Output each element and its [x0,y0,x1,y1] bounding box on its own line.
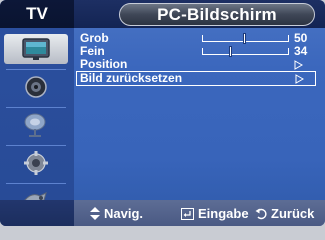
source-tab[interactable]: TV [0,0,74,28]
row-value: 34 [294,44,308,58]
sidebar-item-setup[interactable] [4,148,68,178]
hint-navigate: Navig. [90,206,143,221]
slider-thumb[interactable] [229,46,233,57]
up-down-arrows-icon [90,207,100,220]
header-bar: TV PC-Bildschirm [0,0,325,28]
sidebar-item-sound[interactable] [4,72,68,102]
return-icon [255,208,267,219]
arrow-right-icon [294,60,303,70]
sidebar-item-input[interactable] [4,186,68,206]
row-label: Position [80,57,128,71]
sidebar-divider [6,183,66,184]
sidebar-divider [6,69,66,70]
menu-title: PC-Bildschirm [119,3,315,26]
menu-row-position[interactable]: Position [78,58,316,71]
tv-osd-window: TV PC-Bildschirm Grob 50 Fein 34 Positio… [0,0,325,226]
footer-bar: Navig. Eingabe Zurück [0,200,325,226]
sidebar-divider [6,107,66,108]
sidebar-item-picture[interactable] [4,34,68,64]
arrow-right-icon [295,74,304,84]
row-label: Bild zurücksetzen [80,71,183,85]
enter-icon [181,207,194,220]
channel-menu-icon [24,113,46,137]
hint-enter: Eingabe [181,206,249,221]
footer-left-block [0,200,74,226]
hint-navigate-label: Navig. [104,206,144,221]
hint-enter-label: Eingabe [198,206,249,221]
setup-menu-icon [24,151,48,175]
menu-row-grob[interactable]: Grob 50 [78,32,316,45]
sidebar-item-channel[interactable] [4,110,68,140]
menu-row-bild-zuruecksetzen[interactable]: Bild zurücksetzen [76,71,316,86]
sound-menu-icon [25,76,47,98]
slider-track [202,48,289,55]
sidebar-divider [6,145,66,146]
slider-thumb[interactable] [243,33,246,44]
hint-back: Zurück [255,206,314,221]
picture-menu-icon [22,38,50,60]
hint-back-label: Zurück [271,206,315,221]
sidebar [0,28,74,206]
